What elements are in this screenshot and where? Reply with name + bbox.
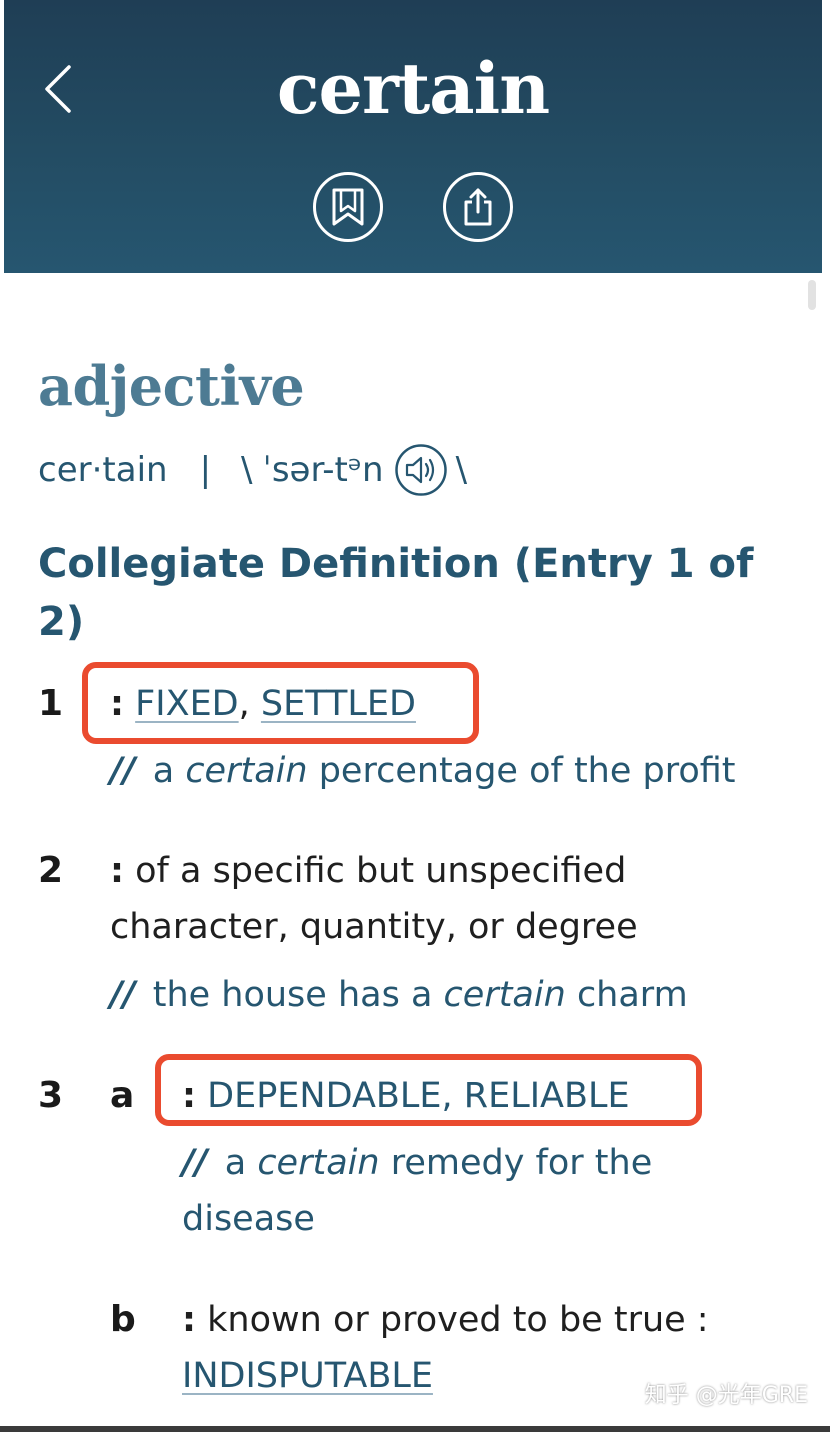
sense-definition: : of a specific but unspecified characte… <box>110 843 750 955</box>
example-slashes: // <box>182 1143 208 1183</box>
part-of-speech: adjective <box>38 354 305 418</box>
pron-open-slash: \ <box>241 450 253 490</box>
definition-colon: : <box>110 851 124 891</box>
example-slashes: // <box>110 975 136 1015</box>
pron-close-slash: \ <box>455 450 468 490</box>
bookmark-icon <box>332 188 364 226</box>
pron-separator: | <box>199 450 212 490</box>
example-text: charm <box>576 975 688 1015</box>
highlight-box <box>82 662 479 744</box>
definition-heading: Collegiate Definition (Entry 1 of 2) <box>38 541 754 645</box>
sense-number: 2 <box>38 850 64 891</box>
page-title: certain <box>276 47 550 130</box>
usage-example: // the house has a certain charm <box>110 967 688 1023</box>
highlight-box <box>155 1054 702 1126</box>
usage-example: // a certain remedy for the disease <box>182 1135 742 1247</box>
sense-letter: b <box>110 1299 136 1340</box>
pronunciation-line: cer·tain | \ ˈsər-tᵊn \ <box>38 443 467 497</box>
example-text: remedy for the disease <box>182 1143 653 1239</box>
watermark: 知乎 @光年GRE <box>644 1383 808 1408</box>
sense-number: 3 <box>38 1075 64 1116</box>
example-headword: certain <box>185 751 308 791</box>
play-pronunciation-button[interactable] <box>394 443 448 497</box>
example-headword: certain <box>257 1143 380 1183</box>
share-button[interactable] <box>443 172 513 242</box>
example-text: percentage of the profit <box>318 751 736 791</box>
definition-text: of a specific but unspecified character,… <box>110 851 638 947</box>
definition-text: known or proved to be true : <box>207 1300 709 1340</box>
example-slashes: // <box>110 751 136 791</box>
bookmark-button[interactable] <box>313 172 383 242</box>
definition-colon: : <box>182 1300 196 1340</box>
sense-letter: a <box>110 1075 135 1116</box>
example-text: a <box>224 1143 247 1183</box>
share-icon <box>464 188 492 226</box>
scrollbar-thumb[interactable] <box>808 280 816 310</box>
example-text: the house has a <box>152 975 433 1015</box>
app-screen: certain adjective cer·tain | \ ˈsər-tᵊn <box>0 0 830 1432</box>
bottom-edge <box>0 1426 830 1432</box>
speaker-icon <box>394 444 447 496</box>
usage-example: // a certain percentage of the profit <box>110 743 736 799</box>
example-headword: certain <box>443 975 566 1015</box>
pronunciation: ˈsər-tᵊn <box>262 450 384 490</box>
syllables: cer·tain <box>38 450 168 490</box>
header-bar: certain <box>4 0 822 273</box>
sense-number: 1 <box>38 683 64 724</box>
synonym-link-indisputable[interactable]: INDISPUTABLE <box>182 1356 433 1396</box>
example-text: a <box>152 751 175 791</box>
